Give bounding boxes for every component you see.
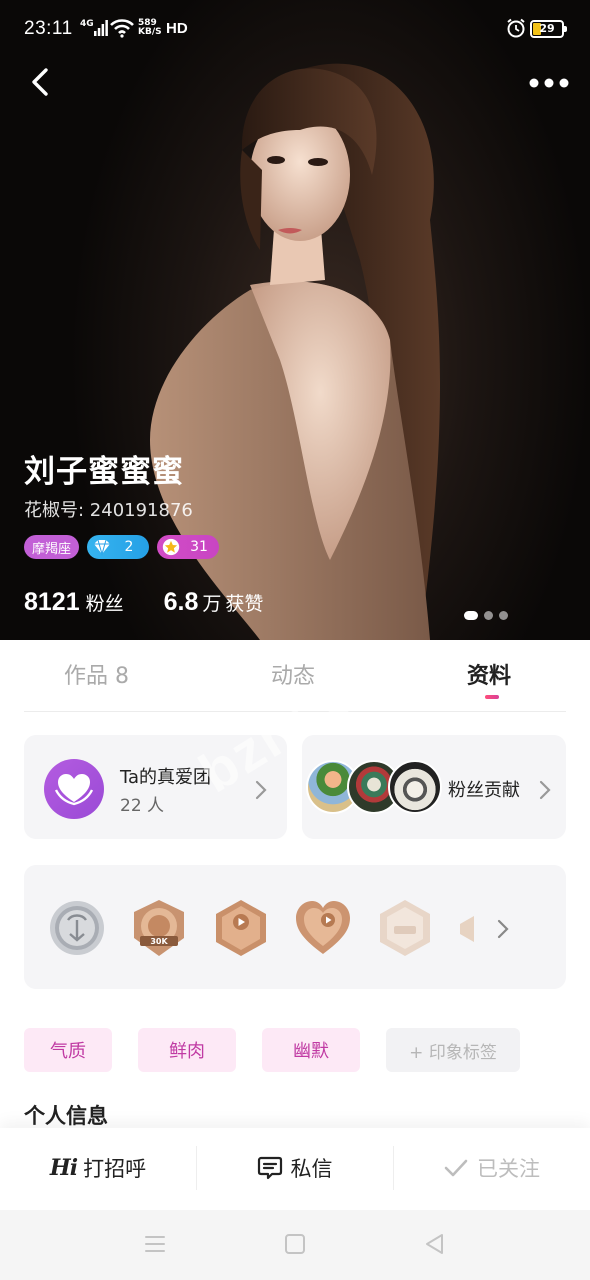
star-icon xyxy=(162,538,180,556)
heart-video-medal-icon[interactable] xyxy=(294,898,352,958)
impression-tag[interactable]: 幽默 xyxy=(262,1028,360,1072)
partial-medal-icon[interactable] xyxy=(456,898,474,958)
tab-profile[interactable]: 资料 xyxy=(467,658,511,690)
hd-indicator: HD xyxy=(166,20,188,37)
profile-id: 花椒号: 240191876 xyxy=(24,500,193,521)
fans-contribution-label: 粉丝贡献 xyxy=(448,780,520,801)
tab-works[interactable]: 作品 8 xyxy=(64,658,129,690)
impression-tag[interactable]: 鲜肉 xyxy=(138,1028,236,1072)
pager-dot xyxy=(499,611,508,620)
rank-medal-icon[interactable] xyxy=(48,898,106,958)
network-type: 4G xyxy=(80,19,94,29)
back-button[interactable] xyxy=(22,62,62,102)
love-group-title: Ta的真爱团 xyxy=(120,767,212,788)
likes-count: 6.8 xyxy=(163,588,199,616)
love-group-count: 22 人 xyxy=(120,796,165,816)
profile-hero: 23:11 4G 589 KB/S HD 29 刘子蜜蜜蜜 花椒号: 24019… xyxy=(0,0,590,640)
home-icon[interactable] xyxy=(282,1232,308,1256)
hi-icon: Hi xyxy=(49,1155,78,1181)
greet-label: 打招呼 xyxy=(83,1157,147,1181)
chevron-right-icon xyxy=(539,780,551,800)
fans-count[interactable]: 8121 xyxy=(24,588,80,617)
chevron-right-icon xyxy=(255,780,267,800)
fan-avatar[interactable] xyxy=(388,760,442,814)
back-nav-icon[interactable] xyxy=(422,1232,448,1256)
message-label: 私信 xyxy=(290,1157,333,1181)
wifi-icon xyxy=(110,19,134,38)
love-group-card[interactable]: Ta的真爱团 22 人 xyxy=(24,735,287,839)
video-medal-icon[interactable] xyxy=(212,898,270,958)
message-icon xyxy=(257,1156,282,1180)
add-impression-tag-button[interactable]: + 印象标签 xyxy=(386,1028,520,1072)
30k-medal-icon[interactable]: 30K xyxy=(130,898,188,958)
likes-unit: 万 xyxy=(202,593,222,615)
faded-medal-icon[interactable] xyxy=(376,898,434,958)
diamond-level-badge[interactable]: 2 xyxy=(87,535,150,559)
pager-dot xyxy=(464,611,478,620)
followed-label: 已关注 xyxy=(477,1157,540,1181)
system-nav-bar xyxy=(0,1210,590,1280)
more-options-button[interactable] xyxy=(526,68,572,98)
photo-pager[interactable] xyxy=(464,611,508,620)
likes-label: 获赞 xyxy=(225,593,264,615)
pager-dot xyxy=(484,611,493,620)
zodiac-badge[interactable]: 摩羯座 xyxy=(24,535,80,559)
greet-button[interactable]: Hi 打招呼 xyxy=(0,1128,196,1208)
badge-row: 摩羯座 2 31 xyxy=(24,535,220,561)
tab-dynamic[interactable]: 动态 xyxy=(271,658,315,690)
chevron-right-icon[interactable] xyxy=(496,918,510,940)
svg-text:30K: 30K xyxy=(150,937,168,946)
menu-icon[interactable] xyxy=(142,1232,168,1256)
fans-label: 粉丝 xyxy=(85,593,124,615)
status-time: 23:11 xyxy=(24,18,73,39)
profile-name: 刘子蜜蜜蜜 xyxy=(24,454,184,490)
followed-button[interactable]: 已关注 xyxy=(393,1128,590,1208)
status-bar: 23:11 4G 589 KB/S HD 29 xyxy=(0,0,590,60)
heart-icon xyxy=(44,759,104,819)
message-button[interactable]: 私信 xyxy=(196,1128,393,1208)
profile-stats: 8121 粉丝 6.8 万 获赞 xyxy=(24,588,263,617)
action-bar: Hi 打招呼 私信 已关注 xyxy=(0,1128,590,1210)
personal-info-title: 个人信息 xyxy=(24,1104,108,1128)
signal-icon xyxy=(94,20,108,36)
active-tab-indicator xyxy=(485,695,499,699)
impression-tag[interactable]: 气质 xyxy=(24,1028,112,1072)
check-icon xyxy=(444,1159,468,1177)
battery-icon: 29 xyxy=(530,20,567,38)
network-speed: 589 KB/S xyxy=(138,18,162,37)
profile-tabs: 作品 8 动态 资料 xyxy=(24,640,566,712)
diamond-icon xyxy=(94,539,111,556)
star-level-badge[interactable]: 31 xyxy=(157,535,220,559)
alarm-icon xyxy=(507,18,525,38)
